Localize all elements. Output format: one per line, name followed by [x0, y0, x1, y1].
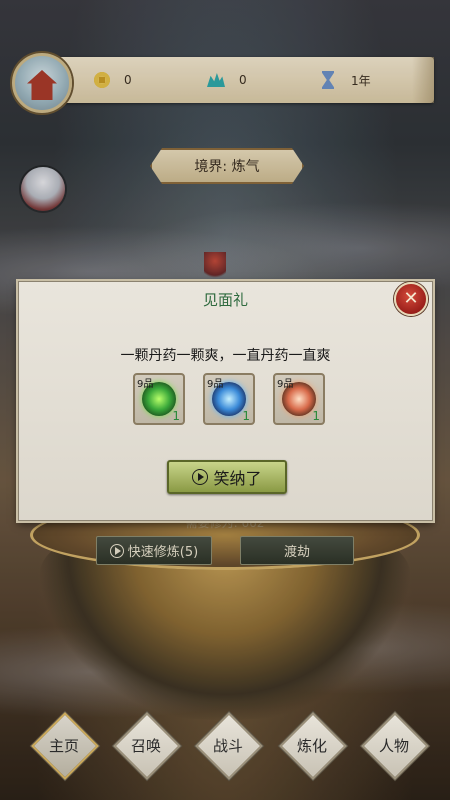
reward-item[interactable]: 9品 1	[203, 373, 255, 425]
nav-label: 人物	[378, 736, 409, 755]
item-quantity: 1	[242, 409, 250, 423]
nav-battle[interactable]: 战斗	[195, 712, 263, 780]
dialog-title: 见面礼	[202, 291, 248, 309]
reward-items: 9品 1 9品 1 9品 1	[133, 373, 325, 425]
item-grade: 9品	[207, 379, 224, 390]
nav-summon[interactable]: 召唤	[113, 712, 181, 780]
nav-label: 炼化	[296, 736, 327, 755]
nav-refine[interactable]: 炼化	[279, 712, 347, 780]
accept-button[interactable]: 笑纳了	[167, 460, 287, 494]
nav-home[interactable]: 主页	[31, 712, 99, 780]
item-quantity: 1	[172, 409, 180, 423]
nav-label: 召唤	[130, 736, 161, 755]
accept-label: 笑纳了	[213, 469, 262, 488]
gift-dialog: 见面礼 一颗丹药一颗爽，一直丹药一直爽 9品 1 9品 1 9品 1 笑纳了	[18, 281, 433, 521]
close-icon: ✕	[403, 288, 419, 309]
bottom-nav: 主页 召唤 战斗 炼化 人物	[0, 712, 450, 780]
reward-item[interactable]: 9品 1	[273, 373, 325, 425]
nav-label: 主页	[48, 736, 79, 755]
item-quantity: 1	[312, 409, 320, 423]
item-grade: 9品	[137, 379, 154, 390]
nav-label: 战斗	[212, 736, 243, 755]
nav-character[interactable]: 人物	[361, 712, 429, 780]
reward-item[interactable]: 9品 1	[133, 373, 185, 425]
item-grade: 9品	[277, 379, 294, 390]
dialog-description: 一颗丹药一颗爽，一直丹药一直爽	[120, 348, 331, 364]
close-button[interactable]: ✕	[394, 282, 428, 316]
play-icon	[192, 469, 209, 485]
